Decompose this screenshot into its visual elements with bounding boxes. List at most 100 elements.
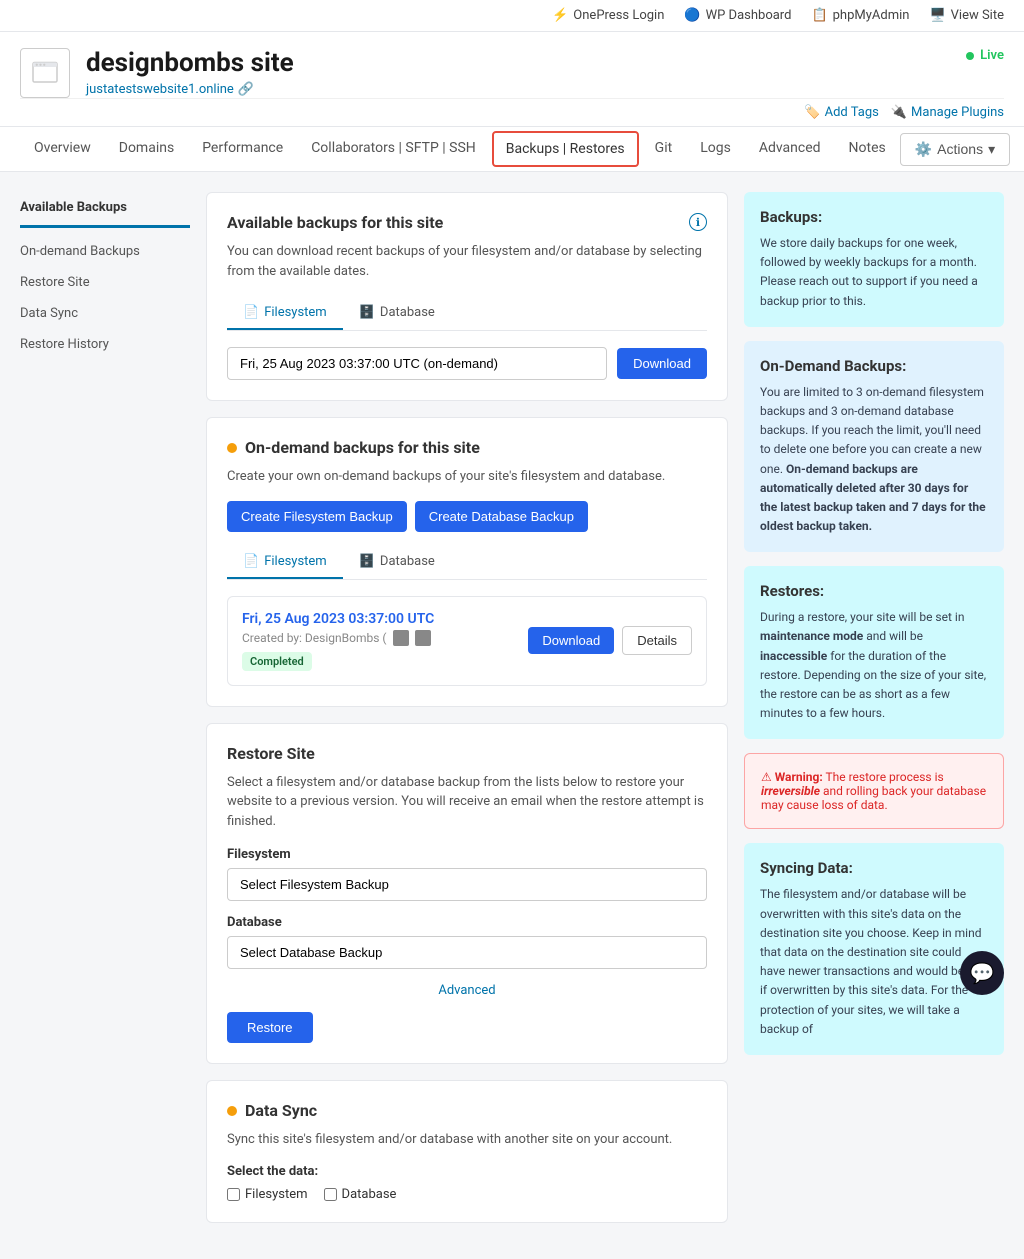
tab-filesystem-available[interactable]: 📄 Filesystem bbox=[227, 297, 343, 330]
syncing-data-text: The filesystem and/or database will be o… bbox=[760, 885, 988, 1039]
actions-button[interactable]: ⚙️ Actions ▾ bbox=[900, 133, 1010, 166]
backup-date-select[interactable]: Fri, 25 Aug 2023 03:37:00 UTC (on-demand… bbox=[227, 347, 607, 380]
restores-info-title: Restores: bbox=[760, 582, 988, 600]
manage-plugins-link[interactable]: 🔌 Manage Plugins bbox=[891, 105, 1004, 120]
nav-actions: ⚙️ Actions ▾ bbox=[900, 133, 1010, 166]
backups-info-title: Backups: bbox=[760, 208, 988, 226]
available-backups-tabs: 📄 Filesystem 🗄️ Database bbox=[227, 297, 707, 331]
restore-site-card: Restore Site Select a filesystem and/or … bbox=[206, 723, 728, 1065]
available-backups-card: Available backups for this site ℹ You ca… bbox=[206, 192, 728, 401]
info-icon[interactable]: ℹ bbox=[689, 213, 707, 231]
restore-site-desc: Select a filesystem and/or database back… bbox=[227, 773, 707, 832]
content-area: Available backups for this site ℹ You ca… bbox=[190, 192, 744, 1239]
tab-backups-restores[interactable]: Backups | Restores bbox=[492, 131, 639, 167]
filesystem-select[interactable]: Select Filesystem Backup bbox=[227, 868, 707, 901]
site-url-link[interactable]: justatestswebsite1.online 🔗 bbox=[86, 82, 254, 97]
file-icon: 📄 bbox=[243, 305, 259, 320]
tab-performance[interactable]: Performance bbox=[188, 128, 297, 170]
tag-icon: 🏷️ bbox=[804, 105, 820, 120]
backup-meta: Created by: DesignBombs ( bbox=[242, 630, 434, 646]
tab-notes[interactable]: Notes bbox=[835, 128, 900, 170]
backup-download-button[interactable]: Download bbox=[528, 627, 614, 654]
available-backups-desc: You can download recent backups of your … bbox=[227, 242, 707, 281]
create-database-backup-button[interactable]: Create Database Backup bbox=[415, 501, 588, 532]
chat-bubble[interactable]: 💬 bbox=[960, 951, 1004, 995]
database-checkbox[interactable] bbox=[324, 1188, 337, 1201]
download-button[interactable]: Download bbox=[617, 348, 707, 379]
file-icon: 📄 bbox=[243, 554, 259, 569]
site-icon bbox=[20, 48, 70, 98]
restores-info-text: During a restore, your site will be set … bbox=[760, 608, 988, 723]
on-demand-header: On-demand backups for this site bbox=[227, 438, 707, 457]
tab-filesystem-ondemand[interactable]: 📄 Filesystem bbox=[227, 546, 343, 579]
syncing-data-info-card: Syncing Data: The filesystem and/or data… bbox=[744, 843, 1004, 1055]
sidebar-item-data-sync[interactable]: Data Sync bbox=[20, 298, 190, 329]
on-demand-info-card: On-Demand Backups: You are limited to 3 … bbox=[744, 341, 1004, 553]
add-tags-link[interactable]: 🏷️ Add Tags bbox=[804, 105, 878, 120]
thumb-icon bbox=[393, 630, 409, 646]
info-sidebar: Backups: We store daily backups for one … bbox=[744, 192, 1004, 1239]
database-select[interactable]: Select Database Backup bbox=[227, 936, 707, 969]
on-demand-desc: Create your own on-demand backups of you… bbox=[227, 467, 707, 487]
view-site-link[interactable]: 🖥️ View Site bbox=[929, 8, 1004, 23]
site-name: designbombs site bbox=[86, 48, 294, 78]
sidebar-title: Available Backups bbox=[20, 192, 190, 228]
top-bar: ⚡ OnePress Login 🔵 WP Dashboard 📋 phpMyA… bbox=[0, 0, 1024, 32]
backup-info: Fri, 25 Aug 2023 03:37:00 UTC Created by… bbox=[242, 611, 434, 671]
tab-git[interactable]: Git bbox=[641, 128, 687, 170]
data-sync-card: Data Sync Sync this site's filesystem an… bbox=[206, 1080, 728, 1223]
yellow-dot-icon bbox=[227, 443, 237, 453]
db-icon: 📋 bbox=[811, 8, 827, 23]
select-data-label: Select the data: bbox=[227, 1164, 707, 1179]
filesystem-field-group: Filesystem Select Filesystem Backup bbox=[227, 847, 707, 901]
filesystem-checkbox-label[interactable]: Filesystem bbox=[227, 1187, 308, 1202]
site-title-area: designbombs site justatestswebsite1.onli… bbox=[86, 48, 294, 97]
tab-advanced[interactable]: Advanced bbox=[745, 128, 835, 170]
restore-site-title: Restore Site bbox=[227, 744, 707, 763]
on-demand-tabs: 📄 Filesystem 🗄️ Database bbox=[227, 546, 707, 580]
plugin-icon: 🔌 bbox=[891, 105, 907, 120]
advanced-link[interactable]: Advanced bbox=[227, 983, 707, 998]
wp-dashboard-link[interactable]: 🔵 WP Dashboard bbox=[684, 8, 791, 23]
tab-collaborators[interactable]: Collaborators | SFTP | SSH bbox=[297, 128, 490, 170]
on-demand-backups-card: On-demand backups for this site Create y… bbox=[206, 417, 728, 707]
on-demand-info-title: On-Demand Backups: bbox=[760, 357, 988, 375]
sidebar-item-restore-site[interactable]: Restore Site bbox=[20, 267, 190, 298]
on-demand-title: On-demand backups for this site bbox=[245, 438, 480, 457]
filesystem-checkbox[interactable] bbox=[227, 1188, 240, 1201]
database-label: Database bbox=[227, 915, 707, 930]
sidebar-item-restore-history[interactable]: Restore History bbox=[20, 329, 190, 360]
sidebar-item-on-demand[interactable]: On-demand Backups bbox=[20, 236, 190, 267]
site-header: designbombs site justatestswebsite1.onli… bbox=[0, 32, 1024, 127]
header-actions-row: 🏷️ Add Tags 🔌 Manage Plugins bbox=[20, 98, 1004, 126]
checkbox-group: Filesystem Database bbox=[227, 1187, 707, 1202]
onepress-login-link[interactable]: ⚡ OnePress Login bbox=[552, 8, 664, 23]
tab-logs[interactable]: Logs bbox=[686, 128, 745, 170]
create-filesystem-backup-button[interactable]: Create Filesystem Backup bbox=[227, 501, 407, 532]
backup-details-button[interactable]: Details bbox=[622, 626, 692, 655]
data-sync-desc: Sync this site's filesystem and/or datab… bbox=[227, 1130, 707, 1150]
on-demand-info-text: You are limited to 3 on-demand filesyste… bbox=[760, 383, 988, 537]
phpmyadmin-link[interactable]: 📋 phpMyAdmin bbox=[811, 8, 909, 23]
backup-select-row: Fri, 25 Aug 2023 03:37:00 UTC (on-demand… bbox=[227, 347, 707, 380]
restores-info-card: Restores: During a restore, your site wi… bbox=[744, 566, 1004, 739]
tab-database-available[interactable]: 🗄️ Database bbox=[343, 297, 451, 330]
warning-text: ⚠ Warning: The restore process is irreve… bbox=[761, 770, 987, 812]
backup-status: Completed bbox=[242, 652, 312, 671]
data-sync-header: Data Sync bbox=[227, 1101, 707, 1120]
backups-info-text: We store daily backups for one week, fol… bbox=[760, 234, 988, 311]
tab-domains[interactable]: Domains bbox=[105, 128, 188, 170]
database-checkbox-label[interactable]: Database bbox=[324, 1187, 397, 1202]
backup-date-link[interactable]: Fri, 25 Aug 2023 03:37:00 UTC bbox=[242, 611, 434, 627]
create-backup-buttons: Create Filesystem Backup Create Database… bbox=[227, 501, 707, 532]
data-sync-title: Data Sync bbox=[245, 1101, 317, 1120]
onepress-icon: ⚡ bbox=[552, 8, 568, 23]
chevron-down-icon: ▾ bbox=[988, 141, 995, 158]
tab-overview[interactable]: Overview bbox=[20, 128, 105, 170]
monitor-icon: 🖥️ bbox=[929, 8, 945, 23]
tab-database-ondemand[interactable]: 🗄️ Database bbox=[343, 546, 451, 579]
sidebar: Available Backups On-demand Backups Rest… bbox=[20, 192, 190, 1239]
status-dot bbox=[966, 52, 974, 60]
restore-button[interactable]: Restore bbox=[227, 1012, 313, 1043]
bar-icon bbox=[415, 630, 431, 646]
